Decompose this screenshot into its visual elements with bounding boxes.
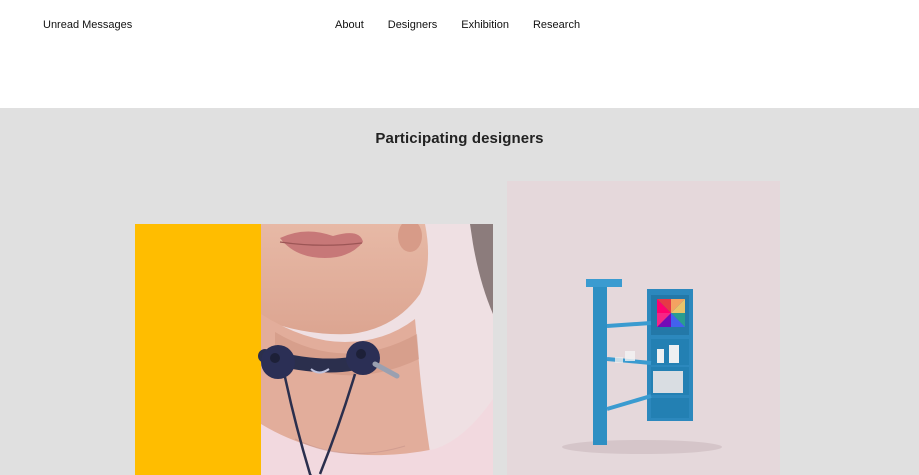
- site-header: Unread Messages About Designers Exhibiti…: [0, 0, 919, 108]
- designer-card-necklace[interactable]: [135, 224, 493, 475]
- nav-exhibition[interactable]: Exhibition: [461, 19, 509, 31]
- nav-research[interactable]: Research: [533, 19, 580, 31]
- designer-card-shelf[interactable]: [507, 181, 780, 475]
- nav-designers[interactable]: Designers: [388, 19, 438, 31]
- nav-about[interactable]: About: [335, 19, 364, 31]
- necklace-photo: [258, 224, 493, 475]
- section-title: Participating designers: [375, 130, 544, 147]
- site-logo-link[interactable]: Unread Messages: [43, 19, 132, 31]
- shelf-photo: [507, 181, 780, 475]
- main-nav: About Designers Exhibition Research: [335, 19, 580, 31]
- designers-section: Participating designers: [0, 108, 919, 475]
